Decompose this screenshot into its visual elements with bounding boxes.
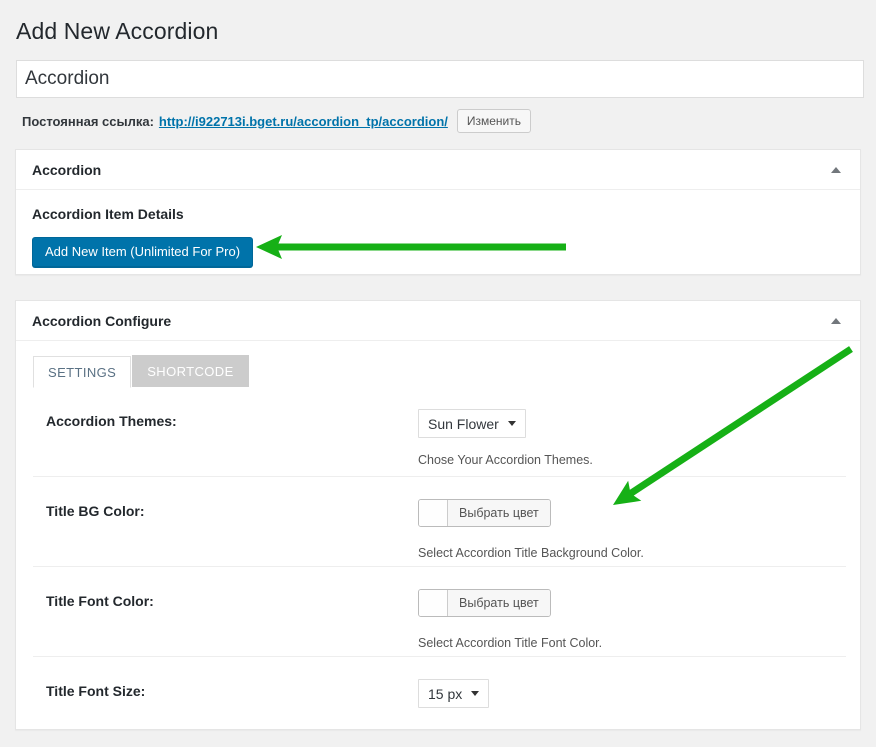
title-bg-color-button[interactable]: Выбрать цвет	[448, 500, 550, 526]
label-accordion-themes: Accordion Themes:	[46, 413, 177, 429]
accordion-configure-title: Accordion Configure	[32, 312, 172, 329]
permalink-label: Постоянная ссылка:	[22, 113, 154, 129]
permalink-row: Постоянная ссылка: http://i922713i.bget.…	[22, 108, 532, 134]
label-title-font-color: Title Font Color:	[46, 593, 154, 609]
accordion-metabox-body: Accordion Item Details Add New Item (Unl…	[16, 190, 860, 285]
help-accordion-themes: Chose Your Accordion Themes.	[418, 453, 593, 467]
accordion-metabox-header[interactable]: Accordion	[16, 150, 860, 190]
caret-up-icon[interactable]	[826, 311, 846, 331]
control-accordion-themes: Sun Flower Chose Your Accordion Themes.	[418, 409, 846, 467]
control-title-font-color: Выбрать цвет Select Accordion Title Font…	[418, 589, 846, 650]
help-title-font-color: Select Accordion Title Font Color.	[418, 636, 603, 650]
title-font-color-picker[interactable]: Выбрать цвет	[418, 589, 551, 617]
row-accordion-themes: Accordion Themes: Sun Flower Chose Your …	[33, 387, 846, 477]
chevron-down-icon	[507, 421, 516, 426]
accordion-configure-metabox: Accordion Configure SETTINGS SHORTCODE A…	[15, 300, 861, 730]
control-title-font-size: 15 px	[418, 679, 846, 708]
control-title-bg-color: Выбрать цвет Select Accordion Title Back…	[418, 499, 846, 560]
row-title-font-color: Title Font Color: Выбрать цвет Select Ac…	[33, 567, 846, 657]
accordion-themes-value: Sun Flower	[428, 415, 499, 432]
row-title-bg-color: Title BG Color: Выбрать цвет Select Acco…	[33, 477, 846, 567]
color-swatch	[419, 590, 448, 616]
help-title-bg-color: Select Accordion Title Background Color.	[418, 546, 644, 560]
post-title-input[interactable]	[16, 60, 864, 98]
accordion-item-details-label: Accordion Item Details	[32, 206, 184, 222]
title-field-wrapper	[16, 60, 864, 98]
title-font-color-button[interactable]: Выбрать цвет	[448, 590, 550, 616]
accordion-metabox: Accordion Accordion Item Details Add New…	[15, 149, 861, 275]
caret-up-icon[interactable]	[826, 160, 846, 180]
label-title-font-size: Title Font Size:	[46, 683, 146, 699]
accordion-configure-header[interactable]: Accordion Configure	[16, 301, 860, 341]
settings-form: Accordion Themes: Sun Flower Chose Your …	[16, 387, 860, 747]
title-font-size-value: 15 px	[428, 685, 463, 702]
permalink-link[interactable]: http://i922713i.bget.ru/accordion_tp/acc…	[159, 114, 448, 129]
title-font-size-select[interactable]: 15 px	[418, 679, 490, 708]
accordion-themes-select[interactable]: Sun Flower	[418, 409, 526, 438]
row-title-font-size: Title Font Size: 15 px	[33, 657, 846, 747]
color-swatch	[419, 500, 448, 526]
chevron-down-icon	[471, 691, 480, 696]
permalink-edit-button[interactable]: Изменить	[456, 109, 532, 133]
label-title-bg-color: Title BG Color:	[46, 503, 145, 519]
configure-tabs: SETTINGS SHORTCODE	[16, 341, 860, 388]
tab-shortcode[interactable]: SHORTCODE	[132, 355, 249, 387]
page-title: Add New Accordion	[16, 18, 219, 44]
tab-settings[interactable]: SETTINGS	[33, 356, 132, 388]
add-new-item-button[interactable]: Add New Item (Unlimited For Pro)	[32, 237, 254, 267]
title-bg-color-picker[interactable]: Выбрать цвет	[418, 499, 551, 527]
accordion-metabox-title: Accordion	[32, 161, 102, 178]
